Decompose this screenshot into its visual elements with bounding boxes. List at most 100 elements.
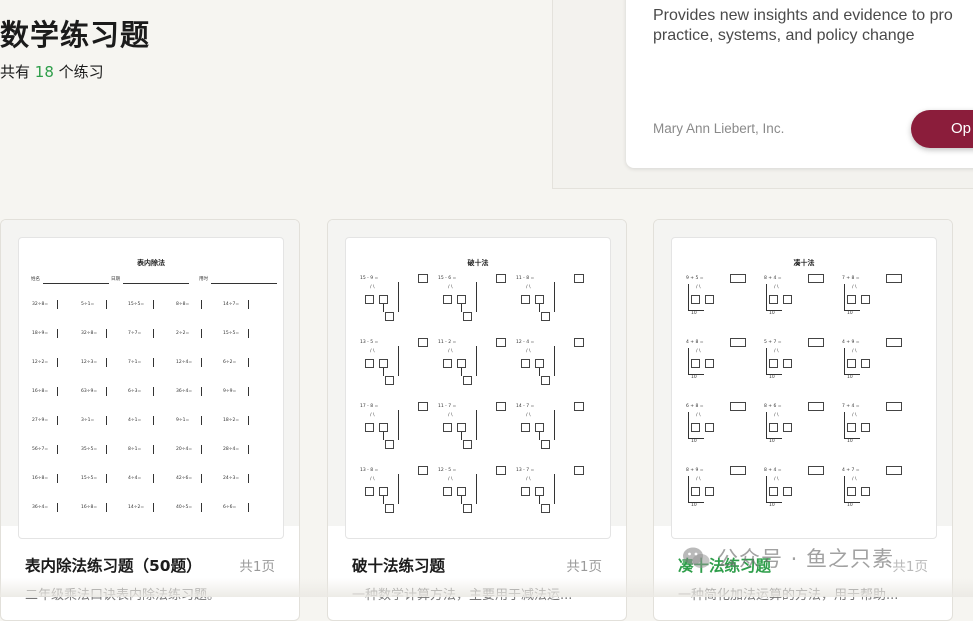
promo-card[interactable]: Provides new insights and evidence to pr… (626, 0, 973, 168)
equation: 13 - 5 = (360, 340, 379, 345)
division-problem: 9÷1= (176, 418, 190, 423)
division-problem: 15÷5= (223, 331, 240, 336)
split-box (535, 295, 544, 304)
split-box (861, 295, 870, 304)
split-lines: / \ (526, 477, 531, 482)
split-lines: / \ (852, 413, 857, 418)
ten-label: 10 (769, 439, 775, 444)
bracket-line (539, 496, 540, 504)
bracket-line (539, 368, 540, 376)
watermark-text: 公众号 · 鱼之只素 (717, 547, 895, 571)
answer-mark (106, 300, 107, 309)
split-box (379, 359, 388, 368)
equation: 8 + 4 = (764, 276, 782, 281)
answer-box (418, 274, 428, 283)
ten-label: 10 (847, 503, 853, 508)
promo-publisher: Mary Ann Liebert, Inc. (653, 121, 785, 136)
bracket-line (383, 432, 384, 440)
answer-mark (106, 329, 107, 338)
exercise-count: 共有 18 个练习 (0, 61, 104, 82)
split-box (521, 423, 530, 432)
ten-label: 10 (691, 439, 697, 444)
split-lines: / \ (696, 477, 701, 482)
answer-box (574, 338, 584, 347)
bracket-line (398, 474, 399, 504)
equation: 11 - 7 = (438, 404, 457, 409)
result-box (385, 440, 394, 449)
division-problem: 16÷8= (32, 476, 49, 481)
split-box (521, 359, 530, 368)
split-box (861, 487, 870, 496)
division-problem: 15÷5= (81, 476, 98, 481)
bracket-line (461, 432, 462, 440)
ten-label: 10 (691, 375, 697, 380)
open-button[interactable]: Op (911, 110, 973, 148)
bracket-line (688, 284, 689, 310)
bracket-line (461, 496, 462, 504)
exercise-card-division[interactable]: 表内除法 姓名 日期 用时 32÷8= 5÷1= 15÷5= 8÷8= 14÷7= 18÷9= 3… (0, 219, 300, 621)
division-problem: 2÷2= (176, 331, 190, 336)
answer-box (886, 402, 902, 411)
answer-box (574, 402, 584, 411)
card-title[interactable]: 表内除法练习题（50题） (25, 554, 202, 576)
answer-mark (57, 474, 58, 483)
answer-mark (201, 358, 202, 367)
answer-box (808, 274, 824, 283)
division-problem: 63÷9= (81, 389, 98, 394)
division-problem: 16÷8= (32, 389, 49, 394)
exercise-card-break-ten[interactable]: 破十法 15 - 9 = / \ 15 - 6 = / \ 11 - 8 = / \ 13 … (327, 219, 627, 621)
result-box (463, 376, 472, 385)
worksheet-field-line (211, 283, 277, 284)
division-problem: 18÷2= (223, 418, 240, 423)
card-page-count: 共1页 (566, 559, 602, 575)
answer-mark (106, 474, 107, 483)
bracket-line (383, 368, 384, 376)
division-problem: 18÷9= (32, 331, 49, 336)
answer-mark (57, 416, 58, 425)
split-lines: / \ (774, 349, 779, 354)
answer-mark (248, 300, 249, 309)
bracket-line (554, 282, 555, 312)
division-problem: 36÷4= (32, 505, 49, 510)
answer-box (418, 402, 428, 411)
equation: 12 - 5 = (438, 468, 457, 473)
split-box (521, 295, 530, 304)
answer-mark (201, 503, 202, 512)
split-lines: / \ (370, 477, 375, 482)
split-box (847, 423, 856, 432)
answer-mark (57, 445, 58, 454)
split-box (535, 359, 544, 368)
answer-mark (57, 329, 58, 338)
result-box (541, 440, 550, 449)
answer-mark (153, 474, 154, 483)
card-description: 一种数学计算方法，主要用于减法运... (352, 588, 573, 603)
bracket-line (766, 476, 767, 502)
equation: 8 + 9 = (686, 468, 704, 473)
equation: 7 + 8 = (842, 276, 860, 281)
bracket-line (844, 284, 845, 310)
answer-box (730, 274, 746, 283)
ten-label: 10 (691, 503, 697, 508)
equation: 11 - 8 = (516, 276, 535, 281)
answer-mark (106, 358, 107, 367)
card-thumbnail: 表内除法 姓名 日期 用时 32÷8= 5÷1= 15÷5= 8÷8= 14÷7= 18÷9= 3… (1, 220, 299, 539)
answer-mark (57, 300, 58, 309)
division-problem: 6÷3= (128, 389, 142, 394)
division-problem: 7÷7= (128, 331, 142, 336)
division-problem: 40÷5= (176, 505, 193, 510)
ten-label: 10 (691, 311, 697, 316)
bracket-line (398, 410, 399, 440)
answer-mark (57, 503, 58, 512)
answer-box (496, 274, 506, 283)
division-problem: 4÷1= (128, 418, 142, 423)
answer-box (808, 338, 824, 347)
count-suffix: 个练习 (58, 63, 104, 81)
equation: 13 - 7 = (516, 468, 535, 473)
answer-mark (248, 358, 249, 367)
division-problem: 7÷1= (128, 360, 142, 365)
division-problem: 27÷9= (32, 418, 49, 423)
result-box (385, 504, 394, 513)
division-problem: 14÷7= (223, 302, 240, 307)
card-page-count: 共1页 (892, 559, 928, 575)
card-title[interactable]: 破十法练习题 (352, 554, 445, 576)
